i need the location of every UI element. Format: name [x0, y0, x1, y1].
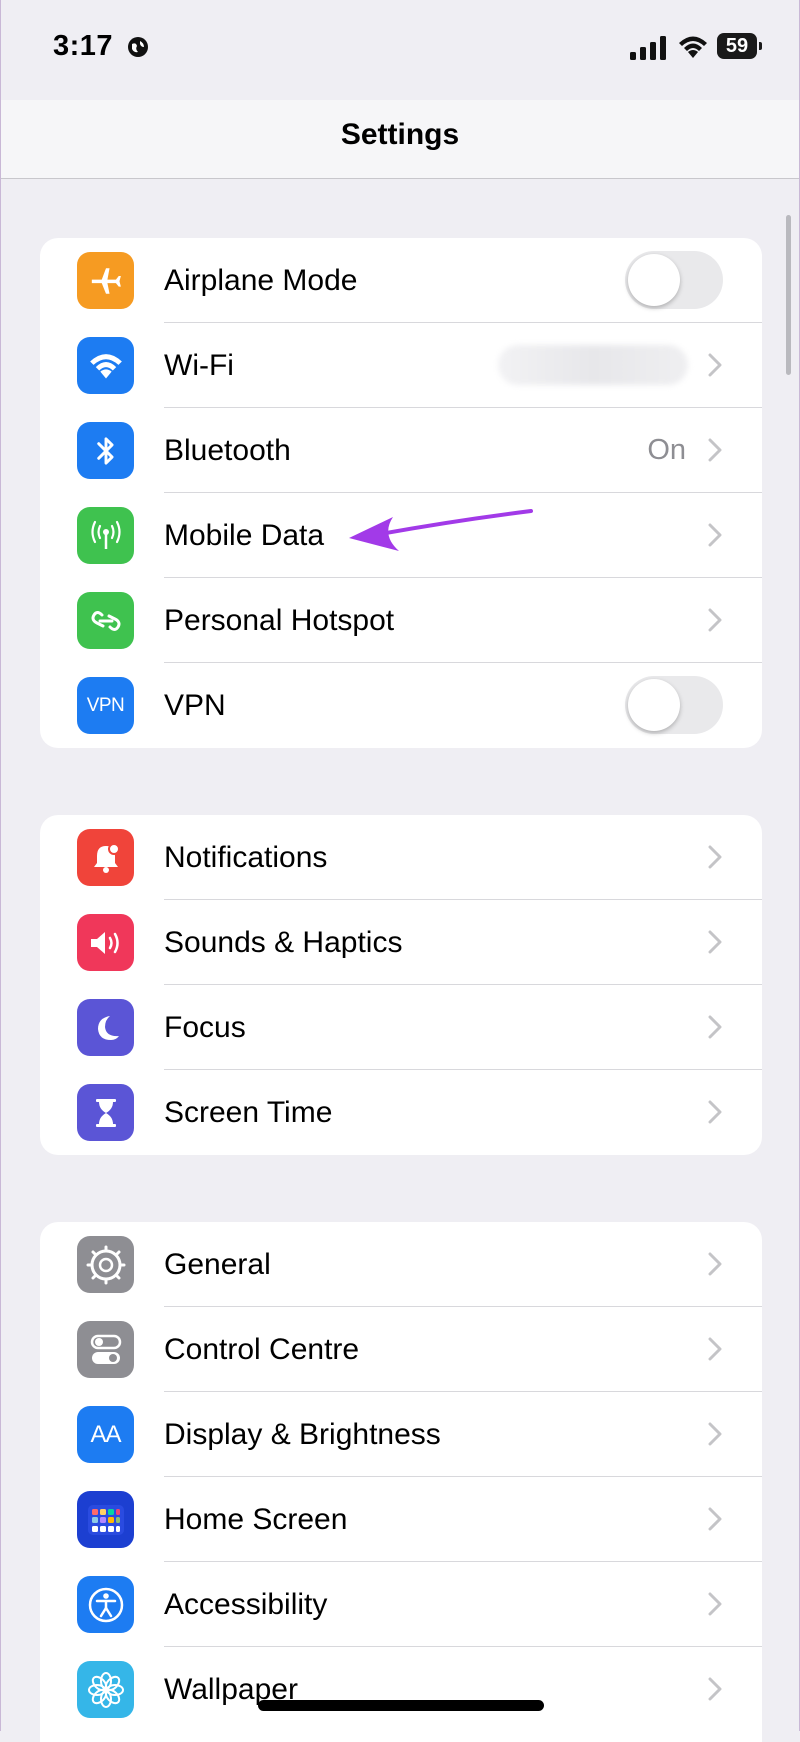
chevron-right-icon [708, 1507, 722, 1531]
chevron-right-icon [708, 1677, 722, 1701]
chevron-right-icon [708, 523, 722, 547]
settings-row-focus[interactable]: Focus [40, 985, 762, 1070]
settings-row-label: Wi-Fi [164, 348, 234, 382]
chevron-right-icon [708, 1100, 722, 1124]
toggle-knob [628, 254, 680, 306]
airplane-icon [77, 252, 134, 309]
settings-row-vpn[interactable]: VPN VPN [40, 663, 762, 748]
text-size-icon: AA [77, 1406, 134, 1463]
settings-row-label: Airplane Mode [164, 263, 358, 297]
antenna-icon [77, 507, 134, 564]
settings-row-wifi[interactable]: Wi-Fi [40, 323, 762, 408]
chevron-right-icon [708, 608, 722, 632]
settings-row-label: Mobile Data [164, 518, 325, 552]
chevron-right-icon [708, 1337, 722, 1361]
chevron-right-icon [708, 930, 722, 954]
settings-row-airplane-mode[interactable]: Airplane Mode [40, 238, 762, 323]
bluetooth-status-value: On [647, 434, 686, 466]
gear-icon [77, 1236, 134, 1293]
vpn-icon-text: VPN [86, 694, 125, 716]
vpn-icon: VPN [77, 677, 134, 734]
wifi-network-name-redacted [498, 345, 688, 385]
home-indicator[interactable] [258, 1700, 544, 1711]
wifi-icon [77, 337, 134, 394]
settings-row-accessibility[interactable]: Accessibility [40, 1562, 762, 1647]
settings-row-display-brightness[interactable]: AA Display & Brightness [40, 1392, 762, 1477]
settings-row-sounds-haptics[interactable]: Sounds & Haptics [40, 900, 762, 985]
settings-row-label: Bluetooth [164, 433, 291, 467]
settings-row-label: Accessibility [164, 1587, 328, 1621]
chevron-right-icon [708, 1252, 722, 1276]
wifi-status-icon [679, 36, 707, 58]
settings-row-bluetooth[interactable]: Bluetooth On [40, 408, 762, 493]
chevron-right-icon [708, 353, 722, 377]
settings-row-personal-hotspot[interactable]: Personal Hotspot [40, 578, 762, 663]
settings-row-label: Control Centre [164, 1332, 360, 1366]
settings-row-wallpaper[interactable]: Wallpaper [40, 1647, 762, 1732]
accessibility-icon [77, 1576, 134, 1633]
moon-icon [77, 999, 134, 1056]
settings-row-label: Focus [164, 1010, 246, 1044]
flower-icon [77, 1661, 134, 1718]
text-size-icon-text: AA [90, 1420, 121, 1448]
settings-row-control-centre[interactable]: Control Centre [40, 1307, 762, 1392]
status-bar: 3:17 59 [1, 0, 799, 100]
pointer-arrow-icon [349, 509, 533, 551]
speaker-icon [77, 914, 134, 971]
battery-level: 59 [725, 34, 749, 57]
page-title: Settings [340, 118, 460, 151]
settings-row-label: Notifications [164, 840, 328, 874]
settings-row-home-screen[interactable]: Home Screen [40, 1477, 762, 1562]
globe-location-icon [128, 37, 148, 57]
switches-icon [77, 1321, 134, 1378]
settings-group-notifications: Notifications Sounds & Haptics Focus Scr… [40, 815, 762, 1155]
settings-group-connectivity: Airplane Mode Wi-Fi Bluetooth On Mobile … [40, 238, 762, 748]
chevron-right-icon [708, 845, 722, 869]
chevron-right-icon [708, 438, 722, 462]
bell-icon [77, 829, 134, 886]
chevron-right-icon [708, 1422, 722, 1446]
settings-row-notifications[interactable]: Notifications [40, 815, 762, 900]
settings-row-label: General [164, 1247, 271, 1281]
settings-row-label: Screen Time [164, 1095, 333, 1129]
settings-row-label: Home Screen [164, 1502, 348, 1536]
airplane-mode-toggle[interactable] [625, 251, 723, 309]
chevron-right-icon [708, 1592, 722, 1616]
hourglass-icon [77, 1084, 134, 1141]
settings-row-label: Sounds & Haptics [164, 925, 403, 959]
settings-row-general[interactable]: General [40, 1222, 762, 1307]
navigation-bar: Settings [1, 100, 799, 179]
app-grid-icon [77, 1491, 134, 1548]
chevron-right-icon [708, 1015, 722, 1039]
battery-icon: 59 [717, 33, 762, 59]
scrollbar[interactable] [786, 215, 791, 375]
cellular-signal-icon [630, 36, 666, 60]
settings-group-general: General Control Centre AA Display & Brig… [40, 1222, 762, 1742]
bluetooth-icon [77, 422, 134, 479]
settings-row-screen-time[interactable]: Screen Time [40, 1070, 762, 1155]
vpn-toggle[interactable] [625, 676, 723, 734]
settings-row-label: Personal Hotspot [164, 603, 395, 637]
hotspot-icon [77, 592, 134, 649]
settings-row-label: Display & Brightness [164, 1417, 441, 1451]
settings-row-label: VPN [164, 688, 226, 722]
status-time: 3:17 [53, 30, 114, 62]
toggle-knob [628, 679, 680, 731]
